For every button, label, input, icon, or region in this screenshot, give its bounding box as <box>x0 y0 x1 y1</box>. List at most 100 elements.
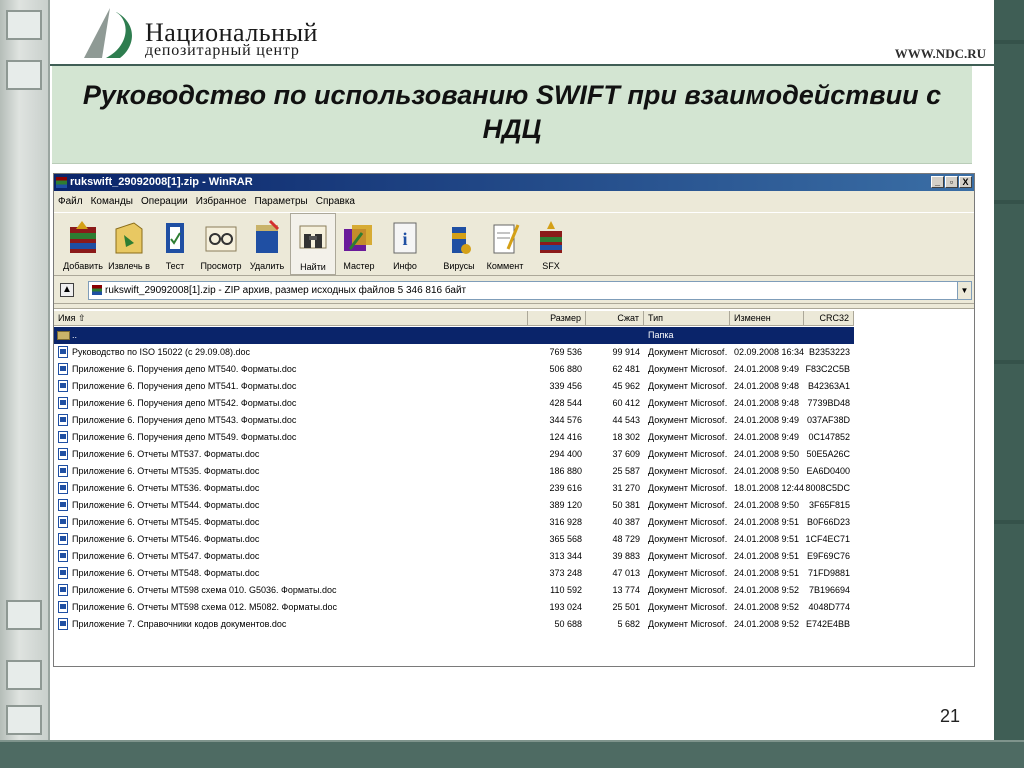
word-document-icon <box>58 567 68 579</box>
file-row[interactable]: Приложение 6. Отчеты МТ537. Форматы.doc 2… <box>54 446 854 463</box>
parent-folder-row[interactable]: .. Папка <box>54 327 854 344</box>
file-type: Документ Microsof… <box>648 517 728 527</box>
address-text: rukswift_29092008[1].zip - ZIP архив, ра… <box>105 285 467 296</box>
file-row[interactable]: Приложение 6. Отчеты МТ544. Форматы.doc 3… <box>54 497 854 514</box>
winrar-window: rukswift_29092008[1].zip - WinRAR _ ▫ X … <box>53 173 975 667</box>
file-row[interactable]: Приложение 6. Отчеты МТ545. Форматы.doc 3… <box>54 514 854 531</box>
file-type: Документ Microsof… <box>648 449 728 459</box>
info-button[interactable]: i Инфо <box>382 213 428 275</box>
file-packed: 5 682 <box>617 619 640 629</box>
column-header-type[interactable]: Тип <box>644 311 730 326</box>
file-modified: 24.01.2008 9:51 <box>734 568 800 578</box>
file-row[interactable]: Приложение 7. Справочники кодов документ… <box>54 616 854 633</box>
file-row[interactable]: Приложение 6. Отчеты МТ547. Форматы.doc 3… <box>54 548 854 565</box>
file-row[interactable]: Приложение 6. Поручения депо МТ543. Форм… <box>54 412 854 429</box>
extract-label: Извлечь в <box>108 261 150 271</box>
address-field[interactable]: rukswift_29092008[1].zip - ZIP архив, ра… <box>88 281 972 300</box>
menu-operations[interactable]: Операции <box>141 193 188 210</box>
file-name: Приложение 6. Поручения депо МТ540. Форм… <box>72 364 297 374</box>
column-header-size[interactable]: Размер <box>528 311 586 326</box>
left-decor-band <box>0 0 50 768</box>
file-name: Приложение 6. Отчеты МТ544. Форматы.doc <box>72 500 260 510</box>
virus-scan-button[interactable]: Вирусы <box>436 213 482 275</box>
up-folder-button[interactable]: ▲ <box>60 283 74 297</box>
file-crc: B42363A1 <box>807 381 850 391</box>
file-name: Приложение 6. Поручения депо МТ549. Форм… <box>72 432 297 442</box>
test-icon <box>166 223 184 253</box>
menu-file[interactable]: Файл <box>58 193 83 210</box>
delete-button[interactable]: Удалить <box>244 213 290 275</box>
word-document-icon <box>58 465 68 477</box>
file-packed: 44 543 <box>612 415 640 425</box>
file-crc: F83C2C5B <box>805 364 850 374</box>
file-modified: 18.01.2008 12:44 <box>734 483 804 493</box>
file-row[interactable]: Приложение 6. Поручения депо МТ541. Форм… <box>54 378 854 395</box>
address-dropdown-button[interactable]: ▼ <box>957 282 971 299</box>
file-row[interactable]: Руководство по ISO 15022 (с 29.09.08).do… <box>54 344 854 361</box>
wizard-label: Мастер <box>343 261 375 271</box>
file-size: 769 536 <box>549 347 582 357</box>
test-button[interactable]: Тест <box>152 213 198 275</box>
menu-help[interactable]: Справка <box>316 193 355 210</box>
view-button[interactable]: Просмотр <box>198 213 244 275</box>
file-modified: 02.09.2008 16:34 <box>734 347 804 357</box>
file-crc: 4048D774 <box>808 602 850 612</box>
comment-label: Коммент <box>486 261 524 271</box>
building-window-decor <box>6 705 42 735</box>
file-row[interactable]: Приложение 6. Отчеты МТ546. Форматы.doc 3… <box>54 531 854 548</box>
menu-favorites[interactable]: Избранное <box>196 193 247 210</box>
ndc-logo-icon <box>84 8 132 58</box>
file-modified: 24.01.2008 9:52 <box>734 619 800 629</box>
file-row[interactable]: Приложение 6. Отчеты МТ548. Форматы.doc 3… <box>54 565 854 582</box>
file-row[interactable]: Приложение 6. Отчеты МТ535. Форматы.doc 1… <box>54 463 854 480</box>
file-packed: 47 013 <box>612 568 640 578</box>
file-name: Приложение 6. Отчеты МТ537. Форматы.doc <box>72 449 260 459</box>
title-box: Руководство по использованию SWIFT при в… <box>52 66 972 164</box>
minimize-button[interactable]: _ <box>931 176 944 188</box>
file-packed: 45 962 <box>612 381 640 391</box>
menu-commands[interactable]: Команды <box>91 193 133 210</box>
file-row[interactable]: Приложение 6. Поручения депо МТ540. Форм… <box>54 361 854 378</box>
menu-options[interactable]: Параметры <box>254 193 307 210</box>
file-row[interactable]: Приложение 6. Отчеты МТ598 схема 010. G5… <box>54 582 854 599</box>
restore-button[interactable]: ▫ <box>945 176 958 188</box>
window-titlebar[interactable]: rukswift_29092008[1].zip - WinRAR _ ▫ X <box>54 174 974 191</box>
add-button[interactable]: Добавить <box>60 213 106 275</box>
file-list: Имя ⇧ Размер Сжат Тип Изменен CRC32 .. П… <box>54 308 974 666</box>
column-header-name[interactable]: Имя ⇧ <box>54 311 528 326</box>
file-name: Приложение 7. Справочники кодов документ… <box>72 619 287 629</box>
column-header-packed[interactable]: Сжат <box>586 311 644 326</box>
file-type: Документ Microsof… <box>648 602 728 612</box>
sfx-button[interactable]: SFX <box>528 213 574 275</box>
window-title: rukswift_29092008[1].zip - WinRAR <box>70 176 253 188</box>
file-row[interactable]: Приложение 6. Отчеты МТ536. Форматы.doc 2… <box>54 480 854 497</box>
file-row[interactable]: Приложение 6. Отчеты МТ598 схема 012. M5… <box>54 599 854 616</box>
file-crc: 1CF4EC71 <box>805 534 850 544</box>
word-document-icon <box>58 431 68 443</box>
file-row[interactable]: Приложение 6. Поручения депо МТ549. Форм… <box>54 429 854 446</box>
word-document-icon <box>58 482 68 494</box>
file-modified: 24.01.2008 9:51 <box>734 517 800 527</box>
file-name: Приложение 6. Поручения депо МТ542. Форм… <box>72 398 297 408</box>
info-label: Инфо <box>393 261 417 271</box>
wizard-button[interactable]: Мастер <box>336 213 382 275</box>
file-name: Приложение 6. Поручения депо МТ541. Форм… <box>72 381 297 391</box>
close-button[interactable]: X <box>959 176 972 188</box>
file-type: Документ Microsof… <box>648 551 728 561</box>
file-type: Документ Microsof… <box>648 585 728 595</box>
file-row[interactable]: Приложение 6. Поручения депо МТ542. Форм… <box>54 395 854 412</box>
info-icon: i <box>393 222 417 254</box>
svg-text:i: i <box>402 229 407 249</box>
file-type: Документ Microsof… <box>648 483 728 493</box>
column-header-crc[interactable]: CRC32 <box>804 311 854 326</box>
file-packed: 40 387 <box>612 517 640 527</box>
column-header-modified[interactable]: Изменен <box>730 311 804 326</box>
address-bar: ▲ rukswift_29092008[1].zip - ZIP архив, … <box>54 278 974 304</box>
find-button[interactable]: Найти <box>290 213 336 275</box>
file-crc: E742E4BB <box>805 619 850 629</box>
comment-button[interactable]: Коммент <box>482 213 528 275</box>
file-packed: 37 609 <box>612 449 640 459</box>
extract-to-button[interactable]: Извлечь в <box>106 213 152 275</box>
word-document-icon <box>58 380 68 392</box>
word-document-icon <box>58 346 68 358</box>
